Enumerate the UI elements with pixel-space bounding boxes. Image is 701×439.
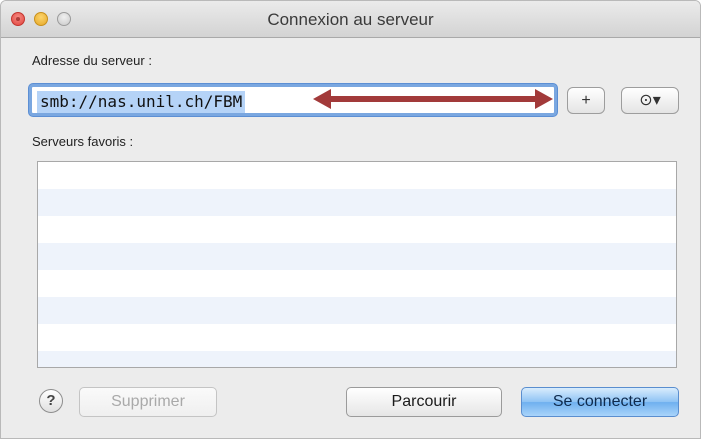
help-button[interactable]: ? [39, 389, 63, 413]
add-to-favorites-button[interactable]: + [567, 87, 605, 114]
list-item[interactable] [38, 270, 676, 297]
list-item[interactable] [38, 189, 676, 216]
list-item[interactable] [38, 162, 676, 189]
favorite-servers-label: Serveurs favoris : [32, 134, 134, 149]
list-item[interactable] [38, 297, 676, 324]
connect-to-server-window: Connexion au serveur Adresse du serveur … [0, 0, 701, 439]
list-item[interactable] [38, 243, 676, 270]
connect-button[interactable]: Se connecter [521, 387, 679, 417]
favorite-servers-list[interactable] [37, 161, 677, 368]
list-item[interactable] [38, 351, 676, 367]
delete-button[interactable]: Supprimer [79, 387, 217, 417]
window-title: Connexion au serveur [267, 10, 434, 29]
list-item[interactable] [38, 216, 676, 243]
server-address-label: Adresse du serveur : [32, 53, 152, 68]
browse-button[interactable]: Parcourir [346, 387, 502, 417]
title-bar[interactable]: Connexion au serveur [1, 1, 700, 38]
annotation-double-arrow [313, 89, 553, 109]
server-address-value: smb://nas.unil.ch/FBM [37, 91, 246, 113]
recent-servers-dropdown[interactable]: ⊙▾ [621, 87, 679, 114]
list-item[interactable] [38, 324, 676, 351]
